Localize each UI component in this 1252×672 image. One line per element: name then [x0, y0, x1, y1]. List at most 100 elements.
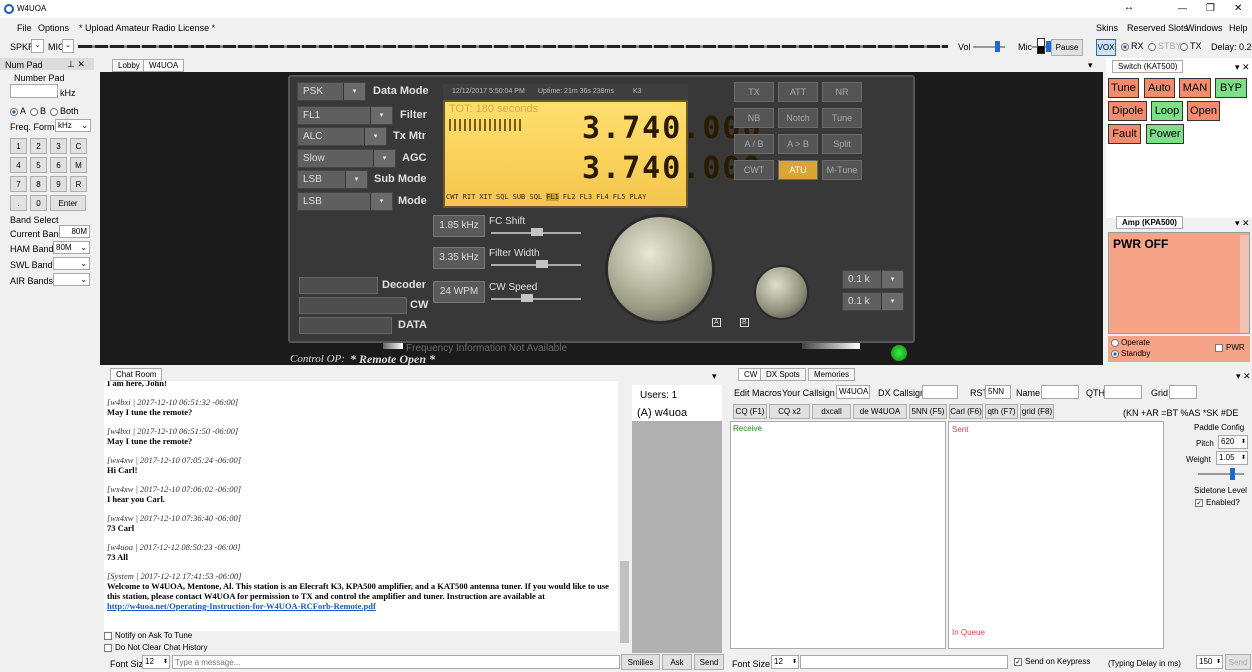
- keypad-key[interactable]: 0: [30, 195, 47, 211]
- numpad-pin-close-icon[interactable]: ⊥ ✕: [67, 59, 85, 70]
- cw-send-button[interactable]: Send: [1225, 654, 1251, 670]
- filter-dropdown[interactable]: FL1 ▾: [297, 106, 393, 125]
- macro-button[interactable]: grid (F8): [1020, 404, 1054, 419]
- macro-button[interactable]: 5NN (F5): [909, 404, 947, 419]
- man-button[interactable]: MAN: [1179, 78, 1211, 98]
- weight-stepper[interactable]: 1.05 ⬍: [1216, 451, 1248, 465]
- keypad-key[interactable]: 5: [30, 157, 47, 173]
- standby-radio[interactable]: Standby: [1111, 349, 1150, 358]
- qth-field[interactable]: [1104, 385, 1142, 399]
- vfo-sub-knob[interactable]: [754, 265, 809, 320]
- rx-radio[interactable]: RX: [1121, 41, 1144, 51]
- vfo-b-radio[interactable]: B: [30, 106, 46, 116]
- sent-box[interactable]: Sent In Queue: [948, 421, 1164, 649]
- auto-button[interactable]: Auto: [1144, 78, 1175, 98]
- vfo-both-radio[interactable]: Both: [50, 106, 79, 116]
- macro-button[interactable]: qth (F7): [985, 404, 1018, 419]
- dipole-button[interactable]: Dipole: [1108, 101, 1147, 121]
- macro-button[interactable]: Carl (F6): [949, 404, 983, 419]
- fault-button[interactable]: Fault: [1108, 124, 1141, 144]
- macro-button[interactable]: CQ (F1): [733, 404, 767, 419]
- radio-button-att[interactable]: ATT: [778, 82, 818, 102]
- edit-macros-link[interactable]: Edit Macros: [734, 388, 782, 398]
- keypad-key[interactable]: 7: [10, 176, 27, 192]
- radio-button-m-tune[interactable]: M-Tune: [822, 160, 862, 180]
- amp-close-icon[interactable]: ▾ ✕: [1235, 218, 1250, 229]
- kat500-tab[interactable]: Switch (KAT500): [1112, 60, 1184, 73]
- smilies-button[interactable]: Smilies: [621, 654, 660, 670]
- menu-upload-license[interactable]: * Upload Amateur Radio License *: [79, 23, 215, 33]
- chat-scrollbar[interactable]: [620, 385, 629, 647]
- tx-mtr-dropdown[interactable]: ALC ▾: [297, 127, 387, 146]
- kat500-close-icon[interactable]: ▾ ✕: [1235, 62, 1250, 73]
- close-button[interactable]: ✕: [1234, 3, 1242, 14]
- keypad-key[interactable]: 3: [50, 138, 67, 154]
- keypad-key[interactable]: 1: [10, 138, 27, 154]
- fc-shift-slider[interactable]: [491, 228, 581, 236]
- spkr-dropdown[interactable]: ⌄: [31, 39, 44, 53]
- vol-slider[interactable]: [973, 41, 1005, 52]
- user-w4uoa[interactable]: (A) w4uoa: [637, 407, 687, 419]
- tab-lobby[interactable]: Lobby: [112, 59, 146, 72]
- mic-dropdown[interactable]: ⌄: [62, 39, 74, 53]
- sidetone-slider[interactable]: [1198, 468, 1244, 480]
- menu-options[interactable]: Options: [38, 23, 69, 33]
- tab-memories[interactable]: Memories: [808, 368, 856, 381]
- agc-dropdown[interactable]: Slow ▾: [297, 149, 396, 168]
- vfo-main-knob[interactable]: [605, 214, 715, 324]
- maximize-button[interactable]: ❐: [1206, 3, 1215, 14]
- chat-tab[interactable]: Chat Room: [110, 368, 163, 381]
- pwr-checkbox[interactable]: PWR: [1215, 343, 1245, 352]
- macro-button[interactable]: dxcall (F3): [812, 404, 851, 429]
- filter-width-slider[interactable]: [491, 260, 581, 268]
- amp-tab[interactable]: Amp (KPA500): [1116, 216, 1183, 229]
- sub-mode-dropdown[interactable]: LSB ▾: [297, 170, 368, 189]
- pause-button[interactable]: Pause: [1051, 39, 1083, 56]
- xit-step-dropdown[interactable]: 0.1 k ▾: [842, 292, 904, 311]
- radio-button-nr[interactable]: NR: [822, 82, 862, 102]
- sidetone-enabled-checkbox[interactable]: ✓ Enabled?: [1195, 498, 1240, 507]
- keypad-key[interactable]: 9: [50, 176, 67, 192]
- keypad-key[interactable]: R: [70, 176, 87, 192]
- tx-radio[interactable]: TX: [1180, 41, 1202, 51]
- freq-format-select[interactable]: kHz ⌄: [55, 119, 91, 132]
- frequency-input[interactable]: [10, 84, 58, 98]
- mode-dropdown[interactable]: LSB ▾: [297, 192, 393, 211]
- macro-button[interactable]: de W4UOA (F4): [853, 404, 907, 429]
- tab-dx-spots[interactable]: DX Spots: [760, 368, 806, 381]
- radio-button-a-b[interactable]: A / B: [734, 134, 774, 154]
- operate-radio[interactable]: Operate: [1111, 338, 1150, 347]
- typing-delay-stepper[interactable]: 150 ⬍: [1196, 655, 1223, 669]
- your-callsign-field[interactable]: W4UOA: [836, 385, 870, 399]
- chat-menu-icon[interactable]: ▾: [712, 371, 717, 382]
- tab-w4uoa[interactable]: W4UOA: [143, 59, 185, 72]
- stby-radio[interactable]: STBY: [1148, 41, 1182, 51]
- tune-button[interactable]: Tune: [1108, 78, 1139, 98]
- radio-button-notch[interactable]: Notch: [778, 108, 818, 128]
- keypad-key[interactable]: 8: [30, 176, 47, 192]
- menu-reserved-slots[interactable]: Reserved Slots: [1127, 23, 1188, 33]
- chat-font-size-stepper[interactable]: 12 ⬍: [142, 655, 170, 669]
- ham-bands-select[interactable]: 80M ⌄: [53, 241, 90, 254]
- radio-button-tx[interactable]: TX: [734, 82, 774, 102]
- cw-send-input[interactable]: [800, 655, 1008, 669]
- byp-button[interactable]: BYP: [1215, 78, 1247, 98]
- restore-icon[interactable]: ↔: [1124, 2, 1134, 13]
- menu-file[interactable]: File: [17, 23, 32, 33]
- send-button[interactable]: Send: [694, 654, 724, 670]
- radio-button-split[interactable]: Split: [822, 134, 862, 154]
- chat-message-input[interactable]: [172, 655, 620, 669]
- air-bands-select[interactable]: ⌄: [53, 273, 90, 286]
- radio-button-atu[interactable]: ATU: [778, 160, 818, 180]
- rst-field[interactable]: 5NN: [985, 385, 1011, 399]
- radio-button-nb[interactable]: NB: [734, 108, 774, 128]
- amp-scrollbar[interactable]: [1240, 235, 1249, 333]
- keypad-key[interactable]: 6: [50, 157, 67, 173]
- loop-button[interactable]: Loop: [1151, 101, 1183, 121]
- radio-button-tune[interactable]: Tune: [822, 108, 862, 128]
- keypad-key[interactable]: 4: [10, 157, 27, 173]
- data-mode-dropdown[interactable]: PSK ▾: [297, 82, 366, 101]
- grid-field[interactable]: [1169, 385, 1197, 399]
- open-button[interactable]: Open: [1187, 101, 1220, 121]
- swl-bands-select[interactable]: ⌄: [53, 257, 90, 270]
